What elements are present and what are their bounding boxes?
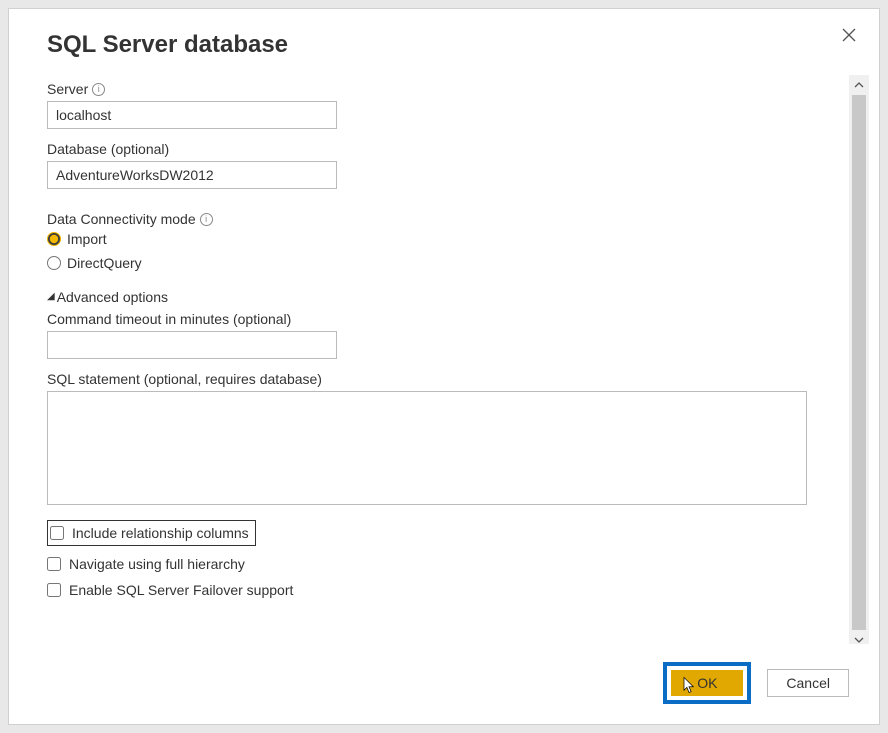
close-icon: [841, 27, 857, 43]
dialog-title: SQL Server database: [9, 9, 879, 69]
include-relationship-columns-checkbox[interactable]: [50, 526, 64, 540]
sql-statement-input[interactable]: [47, 391, 807, 505]
scrollbar-up-arrow[interactable]: [849, 75, 869, 95]
enable-failover-label: Enable SQL Server Failover support: [69, 582, 293, 598]
advanced-options-label: Advanced options: [57, 289, 168, 305]
import-radio-label: Import: [67, 231, 107, 247]
chevron-up-icon: [853, 79, 865, 91]
chevron-down-icon: [853, 634, 865, 644]
advanced-options-toggle[interactable]: ◢ Advanced options: [47, 289, 837, 305]
server-label: Server: [47, 81, 88, 97]
server-input[interactable]: [47, 101, 337, 129]
command-timeout-label: Command timeout in minutes (optional): [47, 311, 291, 327]
database-input[interactable]: [47, 161, 337, 189]
include-relationship-columns-row: Include relationship columns: [47, 520, 256, 546]
connectivity-field-group: Data Connectivity mode i Import DirectQu…: [47, 211, 837, 271]
info-icon[interactable]: i: [200, 213, 213, 226]
server-field-group: Server i: [47, 81, 837, 129]
command-timeout-group: Command timeout in minutes (optional): [47, 311, 837, 359]
navigate-full-hierarchy-checkbox[interactable]: [47, 557, 61, 571]
sql-statement-label: SQL statement (optional, requires databa…: [47, 371, 322, 387]
include-relationship-columns-label: Include relationship columns: [72, 525, 249, 541]
scrollbar-thumb[interactable]: [852, 95, 866, 630]
import-radio[interactable]: [47, 232, 61, 246]
sql-statement-group: SQL statement (optional, requires databa…: [47, 371, 837, 508]
vertical-scrollbar[interactable]: [849, 75, 869, 644]
sql-server-database-dialog: SQL Server database Server i Database (o…: [8, 8, 880, 725]
info-icon[interactable]: i: [92, 83, 105, 96]
dialog-footer: OK Cancel: [9, 644, 879, 724]
ok-button-highlight: OK: [663, 662, 751, 704]
dialog-content: Server i Database (optional) Data Connec…: [47, 69, 849, 644]
close-button[interactable]: [841, 27, 857, 43]
directquery-radio[interactable]: [47, 256, 61, 270]
scrollbar-track[interactable]: [849, 95, 869, 630]
ok-button[interactable]: OK: [671, 670, 743, 696]
directquery-radio-label: DirectQuery: [67, 255, 142, 271]
cancel-button[interactable]: Cancel: [767, 669, 849, 697]
database-field-group: Database (optional): [47, 141, 837, 189]
database-label: Database (optional): [47, 141, 169, 157]
scrollbar-down-arrow[interactable]: [849, 630, 869, 644]
connectivity-label: Data Connectivity mode: [47, 211, 196, 227]
navigate-full-hierarchy-row: Navigate using full hierarchy: [47, 556, 837, 572]
navigate-full-hierarchy-label: Navigate using full hierarchy: [69, 556, 245, 572]
enable-failover-row: Enable SQL Server Failover support: [47, 582, 837, 598]
command-timeout-input[interactable]: [47, 331, 337, 359]
chevron-down-icon: ◢: [47, 292, 55, 302]
enable-failover-checkbox[interactable]: [47, 583, 61, 597]
